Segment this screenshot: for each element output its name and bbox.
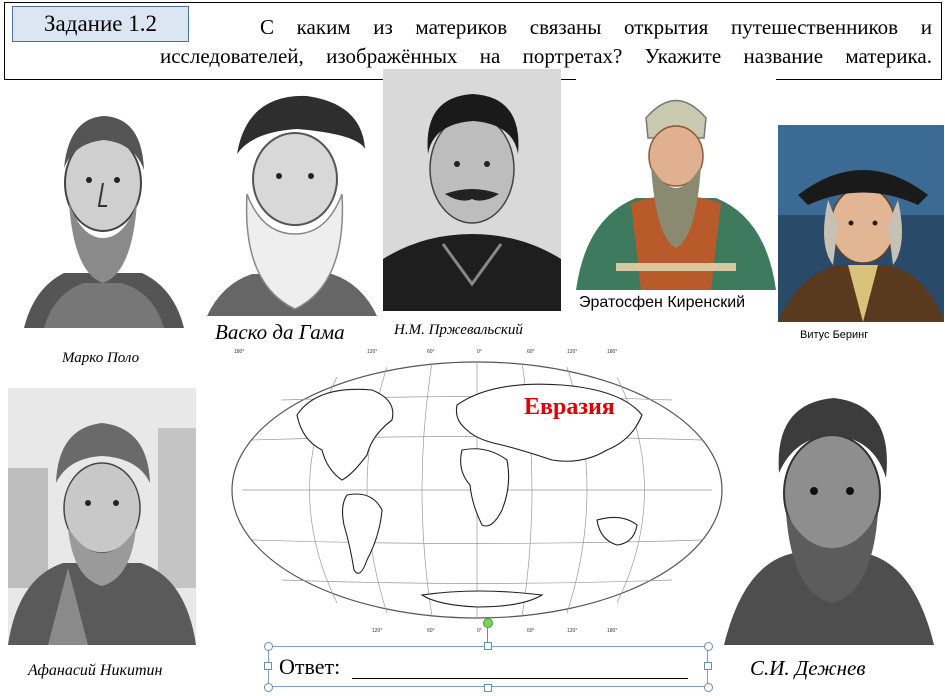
resize-handle-bottom-left[interactable] [264,683,273,692]
question-line-2: исследователей, изображённых на портрета… [160,44,932,68]
map-scale-top-4: 60° [527,349,535,355]
map-scale-bottom-0: 120° [372,628,382,634]
world-map: 180° 120° 60° 0° 60° 120° 180° 120° 60° … [222,345,732,635]
portrait-vasco-da-gama [207,84,377,316]
map-scale-bottom-3: 60° [527,628,535,634]
portrait-dezhnev [724,393,934,645]
caption-eratosthenes: Эратосфен Киренский [579,294,746,311]
caption-afanasy-nikitin: Афанасий Никитин [28,662,163,679]
resize-handle-bottom[interactable] [484,684,492,692]
caption-przhevalsky: Н.М. Пржевальский [394,322,523,338]
answer-label: Ответ: [279,654,341,679]
caption-dezhnev: С.И. Дежнев [750,656,866,680]
resize-handle-top-left[interactable] [264,642,273,651]
resize-handle-top[interactable] [484,642,492,650]
map-scale-top-0: 180° [234,349,244,355]
caption-vitus-bering: Витус Беринг [800,329,869,341]
question-text: С каким из материков связаны открытия пу… [160,13,932,71]
resize-handle-bottom-right[interactable] [704,683,713,692]
portrait-marco-polo [14,88,192,328]
resize-handle-right[interactable] [704,662,712,670]
question-line-1: С каким из материков связаны открытия пу… [260,15,932,39]
map-scale-bottom-1: 60° [427,628,435,634]
map-scale-top-3: 0° [477,349,482,355]
portrait-eratosthenes [576,78,776,290]
map-scale-bottom-4: 120° [567,628,577,634]
map-scale-bottom-5: 180° [607,628,617,634]
portrait-przhevalsky [383,69,561,311]
rotation-handle[interactable] [483,618,493,628]
continent-label: Евразия [524,394,615,420]
portrait-vitus-bering [778,125,944,322]
map-scale-top-5: 120° [567,349,577,355]
map-scale-top-2: 60° [427,349,435,355]
caption-marco-polo: Марко Поло [62,350,140,366]
portrait-afanasy-nikitin [8,388,196,645]
map-scale-top-1: 120° [367,349,377,355]
map-scale-top-6: 180° [607,349,617,355]
resize-handle-top-right[interactable] [704,642,713,651]
map-scale-bottom-2: 0° [477,628,482,634]
caption-vasco-da-gama: Васко да Гама [215,320,345,344]
resize-handle-left[interactable] [264,662,272,670]
answer-input-line[interactable] [352,678,688,679]
